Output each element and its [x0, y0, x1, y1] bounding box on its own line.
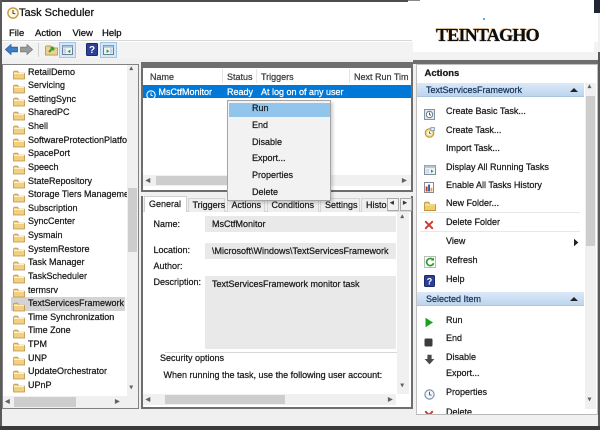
svg-text:?: ?: [89, 45, 95, 56]
svg-text:?: ?: [427, 277, 433, 287]
